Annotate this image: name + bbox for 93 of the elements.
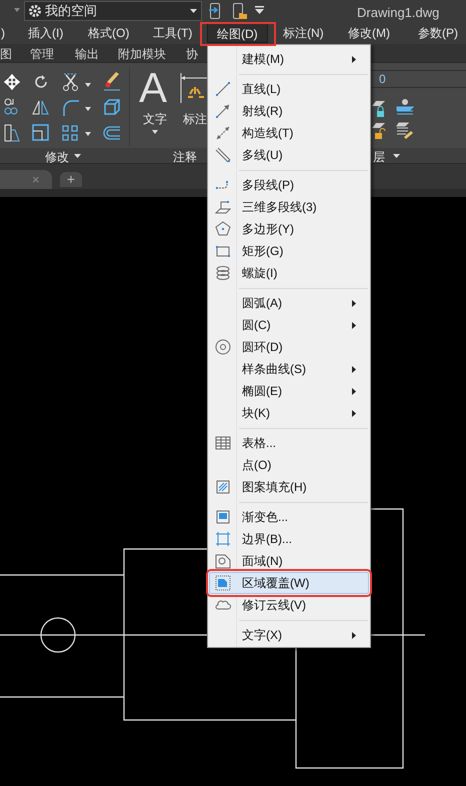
menu-item[interactable]: 建模(M) [209, 48, 369, 70]
menu-item[interactable]: 块(K) [209, 402, 369, 424]
workspace-label: 我的空间 [45, 2, 97, 20]
layer-stack-icon[interactable] [396, 99, 414, 117]
menu-item[interactable]: 椭圆(E) [209, 380, 369, 402]
menu-item[interactable]: 表格... [209, 432, 369, 454]
offset-icon[interactable] [103, 126, 120, 140]
eraser-icon[interactable] [103, 72, 121, 92]
menu-item[interactable]: 圆弧(A) [209, 292, 369, 314]
dropdown-caret-icon[interactable] [255, 6, 264, 15]
menu-item[interactable]: 绘图(D) [207, 23, 268, 43]
menu-item[interactable]: 射线(R) [209, 100, 369, 122]
menu-item[interactable]: 区域覆盖(W) [209, 572, 369, 594]
mirror-icon[interactable] [32, 99, 49, 115]
scissors-icon[interactable] [62, 72, 80, 92]
menu-item[interactable]: 参数(P) [418, 23, 458, 43]
caret-icon[interactable] [393, 154, 400, 158]
caret-icon[interactable] [74, 154, 81, 158]
panel-title: 注释 [173, 149, 197, 166]
donut-icon [215, 339, 231, 355]
menu-item[interactable]: 格式(O) [88, 23, 130, 43]
caret-icon[interactable] [85, 107, 91, 111]
layer-field[interactable]: 0 [371, 70, 466, 88]
file-name: Drawing1.dwg [357, 4, 440, 22]
fillet-icon[interactable] [62, 99, 79, 117]
menu-item[interactable]: 图案填充(H) [209, 476, 369, 498]
array-icon[interactable] [62, 125, 78, 141]
pentagon-icon [215, 221, 231, 237]
menu-item[interactable]: 工具(T) [153, 23, 192, 43]
ribbon-tab[interactable]: 附加模块 [118, 45, 166, 63]
menu-item[interactable]: 样条曲线(S) [209, 358, 369, 380]
menu-item[interactable]: 多段线(P) [209, 174, 369, 196]
text-tool-label[interactable]: 文字 [143, 110, 167, 128]
menu-item[interactable]: ) [1, 23, 5, 43]
move-icon[interactable] [4, 74, 20, 90]
ribbon-tab[interactable]: 管理 [30, 45, 54, 63]
workspace-dropdown[interactable]: 我的空间 [24, 1, 202, 21]
new-tab-button[interactable]: + [60, 172, 82, 187]
menu-item[interactable]: 圆环(D) [209, 336, 369, 358]
text-tool-icon[interactable]: A [139, 63, 168, 113]
rectangle-icon [215, 243, 231, 259]
caret-icon[interactable] [14, 8, 20, 12]
table-icon [215, 435, 231, 451]
phone-share-icon[interactable] [209, 2, 221, 20]
menu-item[interactable]: 三维多段线(3) [209, 196, 369, 218]
boundary-icon [215, 531, 231, 547]
menu-item[interactable]: 修订云线(V) [209, 594, 369, 616]
gear-icon [28, 4, 42, 18]
caret-icon[interactable] [85, 132, 91, 136]
dimension-tool-label[interactable]: 标注 [183, 110, 207, 128]
ribbon-tab[interactable]: 输出 [75, 45, 99, 63]
menu-item[interactable]: 文字(X) [209, 624, 369, 646]
region-icon [215, 553, 231, 569]
ribbon-tab[interactable]: 协 [186, 45, 198, 63]
menu-item[interactable]: 直线(L) [209, 78, 369, 100]
phone-folder-icon[interactable] [232, 2, 247, 20]
panel-title: 层 [373, 149, 385, 166]
menu-item[interactable]: 多边形(Y) [209, 218, 369, 240]
lock-icon[interactable] [372, 101, 388, 117]
layer-brush-icon[interactable] [396, 122, 414, 140]
menu-item[interactable]: 多线(U) [209, 144, 369, 166]
stretch-icon[interactable] [3, 124, 20, 142]
multiline-icon [215, 147, 231, 163]
caret-icon[interactable] [152, 130, 158, 134]
menu-item[interactable]: 螺旋(I) [209, 262, 369, 284]
menu-item[interactable]: 插入(I) [28, 23, 64, 43]
menu-item[interactable]: 矩形(G) [209, 240, 369, 262]
menu-item[interactable]: 构造线(T) [209, 122, 369, 144]
ray-icon [215, 103, 231, 119]
box-icon[interactable] [103, 98, 121, 116]
scale-icon[interactable] [32, 124, 49, 141]
wipeout-icon [215, 575, 231, 591]
menu-item[interactable]: 边界(B)... [209, 528, 369, 550]
menu-item[interactable]: 点(O) [209, 454, 369, 476]
dimension-icon[interactable] [180, 72, 207, 104]
menu-item[interactable]: 修改(M) [348, 23, 390, 43]
panel-title: 修改 [45, 149, 69, 166]
ribbon-tab[interactable]: 图 [0, 45, 12, 63]
copy-icon[interactable] [3, 98, 19, 116]
gradient-icon [215, 509, 231, 525]
unlock-icon[interactable] [372, 123, 388, 140]
caret-icon[interactable] [85, 83, 91, 87]
3d-polyline-icon [215, 199, 231, 215]
caret-icon [190, 9, 197, 13]
menu-item[interactable]: 圆(C) [209, 314, 369, 336]
construction-line-icon [215, 125, 231, 141]
helix-icon [215, 265, 231, 281]
menu-item[interactable]: 渐变色... [209, 506, 369, 528]
menu-item[interactable]: 面域(N) [209, 550, 369, 572]
rotate-icon[interactable] [33, 74, 49, 90]
hatch-icon [215, 479, 231, 495]
menu-item[interactable]: 标注(N) [283, 23, 324, 43]
line-icon [215, 81, 231, 97]
